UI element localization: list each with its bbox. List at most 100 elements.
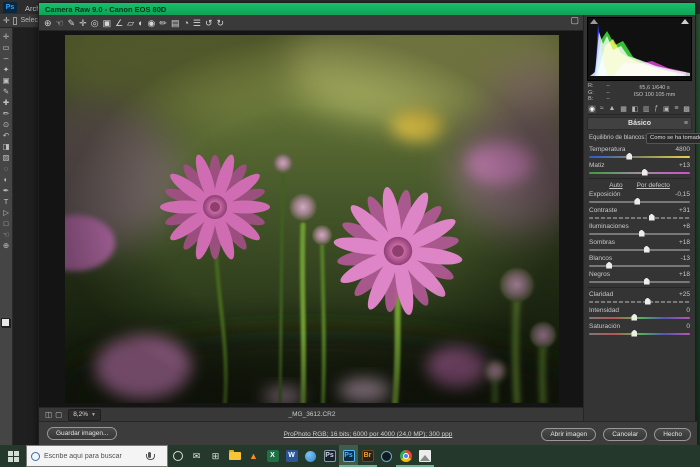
excel-icon[interactable]: X <box>263 445 282 467</box>
slider-blancos[interactable]: Blancos-13 <box>589 255 690 267</box>
preferences-tool-icon[interactable]: ☰ <box>193 16 201 30</box>
photos-icon[interactable] <box>415 445 434 467</box>
slider-thumb[interactable] <box>644 278 650 285</box>
hand-tool-icon[interactable]: ☜ <box>56 16 64 30</box>
flower-photo[interactable] <box>65 35 559 403</box>
slider-claridad[interactable]: Claridad+25 <box>589 291 690 303</box>
tab-detalle[interactable]: ▲ <box>607 105 616 113</box>
tab-basico[interactable]: ◉ <box>588 105 596 113</box>
shape-tool-icon[interactable]: □ <box>4 219 9 229</box>
slider-track[interactable] <box>589 265 690 267</box>
circular-app-icon[interactable] <box>377 445 396 467</box>
rotate-right-tool-icon[interactable]: ↻ <box>217 16 225 30</box>
autoselect-checkbox[interactable] <box>13 17 18 25</box>
adjustment-brush-tool-icon[interactable]: ✏ <box>159 16 167 30</box>
chrome-icon[interactable] <box>396 445 415 467</box>
tab-calibracion-de-camara[interactable]: ▣ <box>662 105 671 113</box>
slider-thumb[interactable] <box>649 214 655 221</box>
path-selection-tool-icon[interactable]: ▷ <box>3 208 9 218</box>
lasso-tool-icon[interactable]: ∽ <box>3 54 9 64</box>
slider-thumb[interactable] <box>606 262 612 269</box>
color-swatches[interactable] <box>1 318 11 328</box>
slider-thumb[interactable] <box>644 246 650 253</box>
pen-tool-icon[interactable]: ✒ <box>3 186 9 196</box>
microphone-icon[interactable] <box>148 452 151 458</box>
highlight-clipping-icon[interactable] <box>681 19 689 24</box>
eraser-tool-icon[interactable]: ◨ <box>2 142 9 152</box>
photoshop-active-icon[interactable]: Ps <box>339 445 358 467</box>
marquee-tool-icon[interactable]: ▭ <box>2 43 9 53</box>
graduated-filter-tool-icon[interactable]: ▤ <box>171 16 180 30</box>
store-icon[interactable]: ⊞ <box>206 445 225 467</box>
tab-instantaneas[interactable]: ▩ <box>682 105 691 113</box>
quick-selection-tool-icon[interactable]: ✦ <box>3 65 9 75</box>
taskbar-search[interactable] <box>26 445 168 467</box>
tab-dividir-tonos[interactable]: ◧ <box>631 105 640 113</box>
slider-thumb[interactable] <box>634 198 640 205</box>
move-tool-icon[interactable]: ✛ <box>3 32 9 42</box>
panel-menu-icon[interactable]: ≡ <box>684 120 688 127</box>
default-link[interactable]: Por defecto <box>637 182 670 189</box>
zoom-tool-icon[interactable]: ⊕ <box>3 241 9 251</box>
slider-track[interactable] <box>589 233 690 235</box>
slider-track[interactable] <box>589 333 690 335</box>
search-input[interactable] <box>44 453 144 460</box>
healing-brush-tool-icon[interactable]: ✚ <box>3 98 9 108</box>
tab-curva-de-tonos[interactable]: ≈ <box>599 105 605 113</box>
slider-contraste[interactable]: Contraste+31 <box>589 207 690 219</box>
taskview-icon[interactable] <box>168 445 187 467</box>
slider-track[interactable] <box>589 172 690 174</box>
dodge-tool-icon[interactable]: ◐ <box>4 175 9 185</box>
straighten-tool-icon[interactable]: ∠ <box>115 16 123 30</box>
tab-ajustes-preestablecidos[interactable]: ≡ <box>673 105 679 113</box>
camera-raw-titlebar[interactable]: Camera Raw 9.0 - Canon EOS 80D <box>39 3 695 15</box>
slider-track[interactable] <box>589 281 690 283</box>
hand-tool-icon[interactable]: ☜ <box>3 230 10 240</box>
crop-tool-icon[interactable]: ▣ <box>103 16 112 30</box>
mail-icon[interactable]: ✉ <box>187 445 206 467</box>
slider-thumb[interactable] <box>645 298 651 305</box>
auto-link[interactable]: Auto <box>609 182 622 189</box>
white-balance-tool-icon[interactable]: ✎ <box>68 16 76 30</box>
slider-thumb[interactable] <box>642 169 648 176</box>
slider-intensidad[interactable]: Intensidad0 <box>589 307 690 319</box>
adobe-app-icon[interactable]: Ps <box>320 445 339 467</box>
shadow-clipping-icon[interactable] <box>590 19 598 24</box>
slider-negros[interactable]: Negros+18 <box>589 271 690 283</box>
file-explorer-icon[interactable] <box>225 445 244 467</box>
crop-tool-icon[interactable]: ▣ <box>2 76 9 86</box>
slider-track[interactable] <box>589 317 690 319</box>
open-image-button[interactable]: Abrir imagen <box>541 428 596 441</box>
tab-efectos[interactable]: ƒ <box>653 105 659 113</box>
tab-hsl-escala-de-grises[interactable]: ▦ <box>619 105 628 113</box>
zoom-tool-icon[interactable]: ⊕ <box>44 16 52 30</box>
slider-track[interactable] <box>589 217 690 219</box>
brush-tool-icon[interactable]: ✏ <box>3 109 9 119</box>
foreground-color-swatch[interactable] <box>1 318 10 327</box>
vlc-icon[interactable]: ▲ <box>244 445 263 467</box>
slider-track[interactable] <box>589 156 690 158</box>
done-button[interactable]: Hecho <box>654 428 691 441</box>
slider-thumb[interactable] <box>626 153 632 160</box>
slider-track[interactable] <box>589 249 690 251</box>
slider-thumb[interactable] <box>631 330 637 337</box>
white-balance-select[interactable]: Como se ha tomado ▼ <box>646 133 700 144</box>
radial-filter-tool-icon[interactable]: ◔ <box>183 16 188 30</box>
red-eye-tool-icon[interactable]: ◉ <box>148 16 156 30</box>
slider-exposicion[interactable]: Exposición-0,15 <box>589 191 690 203</box>
fullscreen-toggle-icon[interactable]: ▢ <box>570 15 579 26</box>
slider-thumb[interactable] <box>639 230 645 237</box>
clone-stamp-tool-icon[interactable]: ⊙ <box>3 120 9 130</box>
rotate-left-tool-icon[interactable]: ↺ <box>205 16 213 30</box>
history-brush-tool-icon[interactable]: ↶ <box>3 131 9 141</box>
start-button[interactable] <box>0 445 26 467</box>
spot-removal-tool-icon[interactable]: ◐ <box>138 16 143 30</box>
slider-saturacion[interactable]: Saturación0 <box>589 323 690 335</box>
cancel-button[interactable]: Cancelar <box>603 428 647 441</box>
tab-correcciones-de-lente[interactable]: ▥ <box>642 105 651 113</box>
slider-thumb[interactable] <box>631 314 637 321</box>
slider-track[interactable] <box>589 301 690 303</box>
image-preview-area[interactable] <box>39 31 585 407</box>
word-icon[interactable]: W <box>282 445 301 467</box>
color-sampler-tool-icon[interactable]: ✛ <box>79 16 87 30</box>
